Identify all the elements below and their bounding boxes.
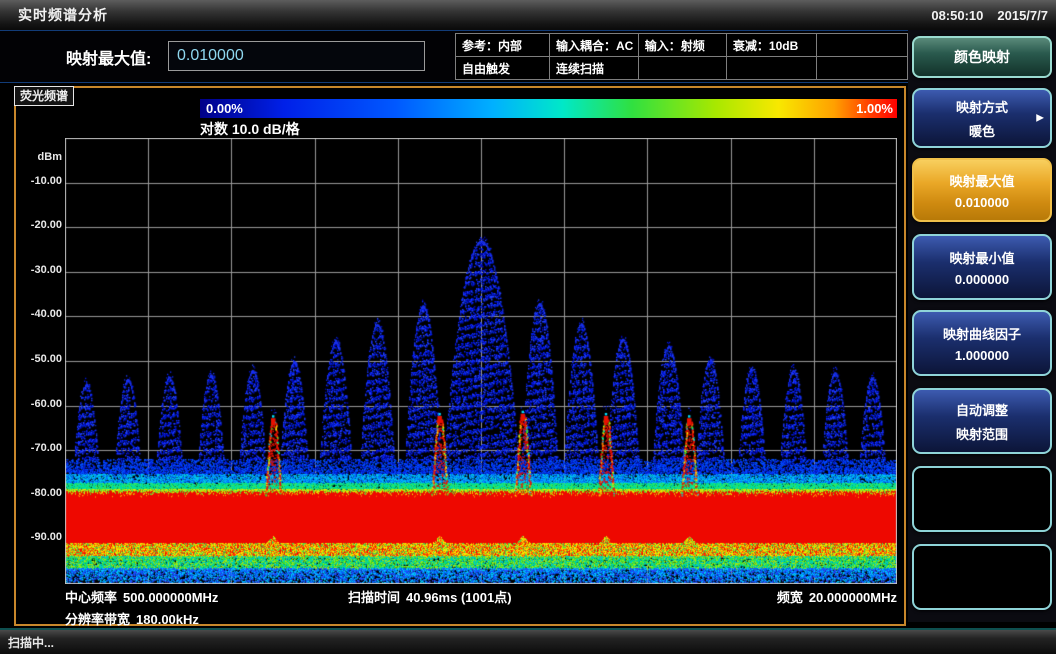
softkey-label: 映射最大值 [949, 171, 1014, 190]
chart-region: 荧光频谱 0.00% 1.00% 对数 10.0 dB/格 dBm -10.00… [14, 86, 906, 626]
y-axis-tick: -10.00 [16, 175, 64, 187]
softkey-value: 映射范围 [956, 424, 1008, 443]
softkey-map-mode[interactable]: 映射方式 暖色 ▶ [912, 88, 1052, 148]
softkey-label: 映射曲线因子 [943, 324, 1021, 343]
statusbar: 扫描中... [0, 628, 1056, 654]
y-axis-unit: dBm [16, 151, 64, 163]
span-readout: 频宽20.000000MHz [777, 587, 897, 606]
status-reference: 参考：内部 [456, 34, 550, 57]
softkey-label: 映射最小值 [949, 248, 1014, 267]
spectrum-plot [65, 138, 897, 584]
softkey-panel: 颜色映射 映射方式 暖色 ▶ 映射最大值 0.010000 映射最小值 0.00… [908, 30, 1056, 622]
y-axis-tick: -70.00 [16, 442, 64, 454]
softkey-map-min[interactable]: 映射最小值 0.000000 [912, 234, 1052, 300]
softkey-label: 映射方式 [956, 97, 1008, 116]
status-sweep-mode: 连续扫描 [549, 57, 638, 80]
status-cell-empty [817, 57, 908, 80]
status-input-coupling: 输入耦合：AC [549, 34, 638, 57]
status-attenuation: 衰减：10dB [726, 34, 816, 57]
softkey-value: 1.000000 [955, 348, 1009, 363]
colorbar-max-label: 1.00% [856, 99, 893, 118]
status-table: 参考：内部 输入耦合：AC 输入：射频 衰减：10dB 自由触发 连续扫描 [455, 33, 908, 80]
map-max-field-label: 映射最大值: [66, 45, 151, 69]
colorbar-min-label: 0.00% [206, 99, 243, 118]
softkey-value: 0.000000 [955, 272, 1009, 287]
submenu-arrow-icon: ▶ [1036, 113, 1044, 124]
status-row: 参考：内部 输入耦合：AC 输入：射频 衰减：10dB [456, 34, 908, 57]
status-trigger: 自由触发 [456, 57, 550, 80]
rbw-readout: 分辨率带宽180.00kHz [65, 609, 199, 628]
softkey-empty[interactable] [912, 544, 1052, 610]
softkey-label: 自动调整 [956, 400, 1008, 419]
y-axis-tick: -50.00 [16, 353, 64, 365]
softkey-map-curve-factor[interactable]: 映射曲线因子 1.000000 [912, 310, 1052, 376]
clock: 08:50:10 2015/7/7 [931, 8, 1048, 23]
softkey-auto-adjust-range[interactable]: 自动调整 映射范围 [912, 388, 1052, 454]
softkey-map-max[interactable]: 映射最大值 0.010000 [912, 158, 1052, 222]
map-max-input[interactable]: 0.010000 [168, 41, 425, 71]
titlebar: 实时频谱分析 08:50:10 2015/7/7 [0, 0, 1056, 31]
y-axis-tick: -20.00 [16, 219, 64, 231]
sweep-time-readout: 扫描时间40.96ms (1001点) [348, 587, 512, 606]
spectrum-analyzer-screen: 实时频谱分析 08:50:10 2015/7/7 映射最大值: 0.010000… [0, 0, 1056, 654]
status-cell-empty [638, 57, 726, 80]
clock-date: 2015/7/7 [997, 8, 1048, 23]
parameter-bar: 映射最大值: 0.010000 参考：内部 输入耦合：AC 输入：射频 衰减：1… [0, 31, 908, 83]
y-axis-tick: -60.00 [16, 398, 64, 410]
app-title: 实时频谱分析 [18, 5, 108, 25]
menu-title-color-mapping[interactable]: 颜色映射 [912, 36, 1052, 78]
status-text: 扫描中... [8, 634, 54, 651]
tab-persistence-spectrum[interactable]: 荧光频谱 [14, 86, 74, 106]
status-cell-empty [726, 57, 816, 80]
status-row: 自由触发 连续扫描 [456, 57, 908, 80]
softkey-value: 暖色 [969, 121, 995, 140]
status-cell-empty [817, 34, 908, 57]
y-axis-tick: -90.00 [16, 531, 64, 543]
y-axis-tick: -30.00 [16, 264, 64, 276]
y-axis-tick: -40.00 [16, 308, 64, 320]
scale-label: 对数 10.0 dB/格 [200, 119, 300, 139]
softkey-empty[interactable] [912, 466, 1052, 532]
colorbar-gradient: 0.00% 1.00% [200, 99, 897, 118]
clock-time: 08:50:10 [931, 8, 983, 23]
status-input: 输入：射频 [638, 34, 726, 57]
center-frequency-readout: 中心频率500.000000MHz [65, 587, 218, 606]
softkey-value: 0.010000 [955, 195, 1009, 210]
y-axis-tick: -80.00 [16, 487, 64, 499]
